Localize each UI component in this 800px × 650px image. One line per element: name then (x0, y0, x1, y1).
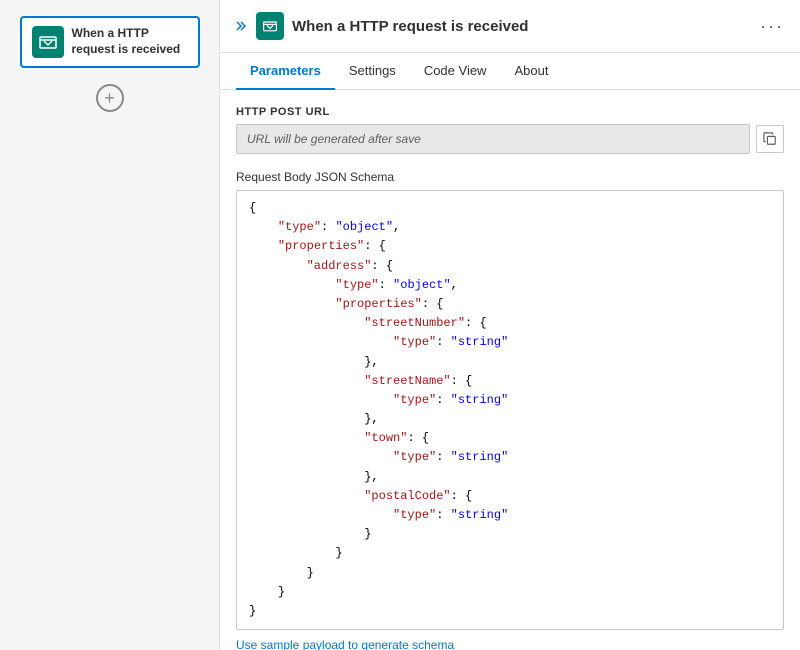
tabs-bar: Parameters Settings Code View About (220, 53, 800, 90)
panel-content: HTTP POST URL URL will be generated afte… (220, 90, 800, 650)
json-line: "type": "object", (249, 218, 771, 237)
http-trigger-icon (38, 32, 58, 52)
json-line: { (249, 199, 771, 218)
json-line: "streetNumber": { (249, 314, 771, 333)
json-line: "type": "string" (249, 333, 771, 352)
schema-label: Request Body JSON Schema (236, 170, 784, 184)
json-line: }, (249, 468, 771, 487)
json-line: "properties": { (249, 237, 771, 256)
tab-code-view[interactable]: Code View (410, 53, 501, 90)
header-http-icon (262, 18, 278, 34)
sidebar: When a HTTP request is received + (0, 0, 220, 650)
add-step-button[interactable]: + (96, 84, 124, 112)
json-line: "type": "string" (249, 448, 771, 467)
json-line: } (249, 564, 771, 583)
copy-icon (763, 132, 777, 146)
tab-parameters[interactable]: Parameters (236, 53, 335, 90)
tab-settings[interactable]: Settings (335, 53, 410, 90)
json-line: "address": { (249, 257, 771, 276)
expand-icon[interactable] (232, 18, 248, 34)
trigger-card[interactable]: When a HTTP request is received (20, 16, 200, 68)
more-options-button[interactable]: ··· (760, 16, 784, 37)
json-line: } (249, 583, 771, 602)
json-line: "town": { (249, 429, 771, 448)
http-post-url-label: HTTP POST URL (236, 106, 784, 118)
json-schema-editor[interactable]: { "type": "object", "properties": { "add… (236, 190, 784, 630)
json-line: }, (249, 410, 771, 429)
json-line: "properties": { (249, 295, 771, 314)
json-line: } (249, 544, 771, 563)
json-line: } (249, 525, 771, 544)
json-line: "streetName": { (249, 372, 771, 391)
json-line: "type": "object", (249, 276, 771, 295)
tab-about[interactable]: About (500, 53, 562, 90)
json-line: "postalCode": { (249, 487, 771, 506)
trigger-icon-bg (32, 26, 64, 58)
panel-title: When a HTTP request is received (292, 18, 752, 35)
panel-header: When a HTTP request is received ··· (220, 0, 800, 53)
url-input: URL will be generated after save (236, 124, 750, 154)
sample-payload-link[interactable]: Use sample payload to generate schema (236, 638, 454, 650)
json-line: "type": "string" (249, 506, 771, 525)
json-line: "type": "string" (249, 391, 771, 410)
json-line: } (249, 602, 771, 621)
copy-url-button[interactable] (756, 125, 784, 153)
trigger-label: When a HTTP request is received (72, 26, 188, 57)
add-button-container: + (96, 84, 124, 112)
json-line: }, (249, 353, 771, 372)
url-field-row: URL will be generated after save (236, 124, 784, 154)
main-panel: When a HTTP request is received ··· Para… (220, 0, 800, 650)
header-icon-bg (256, 12, 284, 40)
